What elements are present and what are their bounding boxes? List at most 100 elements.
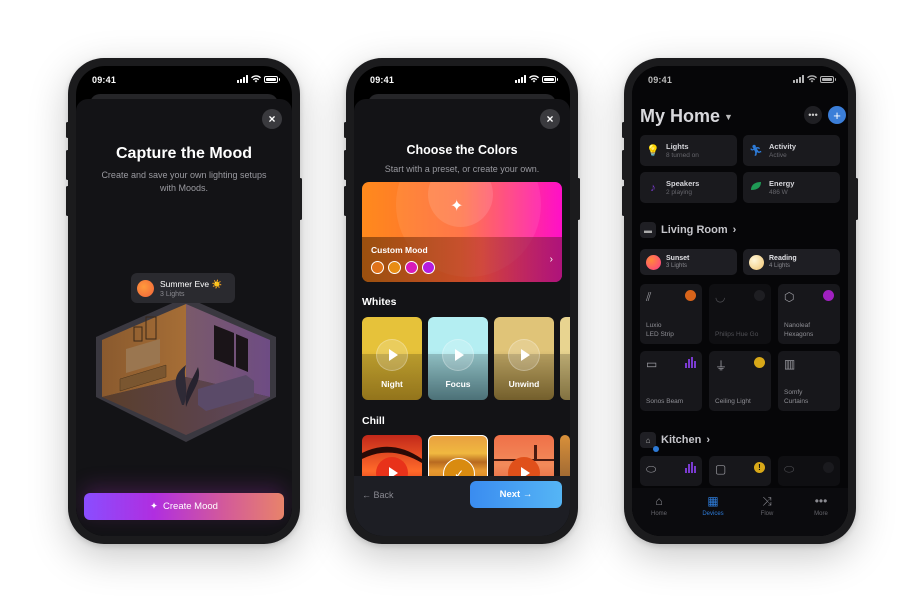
room-title: Kitchen xyxy=(661,434,702,446)
summary-card-activity[interactable]: 🏃︎ Activity Active xyxy=(743,135,840,166)
summary-sub: 8 turned on xyxy=(666,152,699,159)
tab-more[interactable]: ••• More xyxy=(801,494,841,536)
lamp-icon: ◡ xyxy=(715,290,726,304)
status-dot xyxy=(823,462,834,473)
page-subtitle: Create and save your own lighting setups… xyxy=(101,170,267,193)
leaf-icon xyxy=(749,181,763,194)
chevron-right-icon: › xyxy=(732,224,737,236)
device-tile[interactable]: ⬭ xyxy=(778,456,840,486)
ceiling-light-icon: ⏚ xyxy=(715,359,728,373)
custom-mood-card[interactable]: ✦ Custom Mood › xyxy=(362,182,562,282)
phone-choose-colors: 09:41 × Choose the Colors Start with a p… xyxy=(344,58,580,544)
mood-name: Summer Eve ☀️ xyxy=(160,278,223,289)
hexagons-icon: ⬡ xyxy=(784,290,795,304)
more-options-button[interactable]: ••• xyxy=(804,106,822,124)
create-mood-button[interactable]: ✦ Create Mood xyxy=(84,493,284,520)
warning-icon: ! xyxy=(754,462,765,473)
choose-colors-sheet: × Choose the Colors Start with a preset,… xyxy=(354,99,570,536)
status-bar: 09:41 xyxy=(76,66,292,94)
color-swatch[interactable] xyxy=(405,261,418,274)
wifi-icon xyxy=(529,75,539,83)
caret-down-icon: ▼ xyxy=(724,111,733,122)
status-bar: 09:41 xyxy=(354,66,570,94)
device-tile[interactable]: ⫽ Luxio LED Strip xyxy=(640,284,702,344)
device-tile[interactable]: ▥ Somfy Curtains xyxy=(778,351,840,411)
create-mood-label: Create Mood xyxy=(163,501,218,512)
side-button xyxy=(299,178,302,220)
side-button xyxy=(577,178,580,220)
battery-icon xyxy=(542,75,558,83)
summary-card-energy[interactable]: Energy 486 W xyxy=(743,172,840,203)
summary-name: Lights xyxy=(666,142,689,151)
custom-mood-label: Custom Mood xyxy=(371,245,428,255)
next-button[interactable]: Next → xyxy=(470,481,562,508)
device-name: Somfy Curtains xyxy=(784,389,809,405)
scene-reading[interactable]: Reading 4 Lights xyxy=(743,249,840,275)
screen: 09:41 × Capture the Mood Create and save… xyxy=(76,66,292,536)
summary-name: Activity xyxy=(769,142,797,151)
scene-color-dot xyxy=(646,254,661,270)
side-button xyxy=(622,150,625,180)
color-swatch[interactable] xyxy=(388,261,401,274)
scene-sub: 3 Lights xyxy=(666,263,688,269)
preset-tile-night[interactable]: Night xyxy=(362,317,422,400)
room-title: Living Room xyxy=(661,224,728,236)
tab-devices[interactable]: ▦ Devices xyxy=(693,494,733,536)
device-name: Ceiling Light xyxy=(715,398,751,405)
back-button[interactable]: ← Back xyxy=(362,490,394,500)
battery-icon xyxy=(264,75,280,83)
summary-name: Energy xyxy=(769,179,795,188)
summary-card-lights[interactable]: 💡 Lights 8 turned on xyxy=(640,135,737,166)
tab-label: More xyxy=(814,511,828,517)
side-button xyxy=(855,178,858,220)
preset-tile-unwind[interactable]: Unwind xyxy=(494,317,554,400)
ceiling-lamp-icon: ⬭ xyxy=(784,462,795,476)
signal-icon xyxy=(515,75,526,83)
home-selector[interactable]: My Home ▼ xyxy=(640,106,733,127)
play-icon xyxy=(376,339,408,371)
page-title: Capture the Mood xyxy=(116,145,252,162)
scene-name: Reading xyxy=(769,255,797,262)
sparkle-icon: ✦ xyxy=(450,198,464,215)
color-swatch[interactable] xyxy=(371,261,384,274)
device-tile[interactable]: ⬡ Nanoleaf Hexagons xyxy=(778,284,840,344)
play-icon xyxy=(442,339,474,371)
device-tile[interactable]: ▭ Sonos Beam xyxy=(640,351,702,411)
add-button[interactable]: + xyxy=(828,106,846,124)
play-icon xyxy=(508,339,540,371)
status-dot xyxy=(754,290,765,301)
side-button xyxy=(66,122,69,138)
status-time: 09:41 xyxy=(648,75,673,85)
device-tile[interactable]: ▢ ! xyxy=(709,456,771,486)
mood-badge: Summer Eve ☀️ 3 Lights xyxy=(131,273,235,303)
preset-tile-focus[interactable]: Focus xyxy=(428,317,488,400)
tab-bar: ⌂ Home ▦ Devices ⤨ Flow ••• More xyxy=(632,488,848,536)
phone-capture-mood: 09:41 × Capture the Mood Create and save… xyxy=(66,58,302,544)
curtains-icon: ▥ xyxy=(784,357,796,371)
section-chill: Chill xyxy=(362,415,385,427)
tab-label: Flow xyxy=(760,511,774,517)
close-button[interactable]: × xyxy=(540,109,560,129)
device-tile[interactable]: ⏚ Ceiling Light xyxy=(709,351,771,411)
mood-light-count: 3 Lights xyxy=(160,290,185,298)
device-tile[interactable]: ⬭ xyxy=(640,456,702,486)
scene-sunset[interactable]: Sunset 3 Lights xyxy=(640,249,737,275)
phone-my-home: 09:41 My Home ▼ ••• + 💡 Lights 8 turned o… xyxy=(622,58,858,544)
scene-row: Sunset 3 Lights Reading 4 Lights xyxy=(640,249,840,275)
device-grid-kitchen: ⬭ ▢ ! ⬭ xyxy=(640,456,840,486)
preset-tile-partial[interactable] xyxy=(560,317,570,400)
color-swatch[interactable] xyxy=(422,261,435,274)
tab-home[interactable]: ⌂ Home xyxy=(639,494,679,536)
summary-card-speakers[interactable]: ♪ Speakers 2 playing xyxy=(640,172,737,203)
summary-sub: 486 W xyxy=(769,189,788,196)
summary-sub: Active xyxy=(769,152,787,159)
signal-icon xyxy=(793,75,804,83)
close-button[interactable]: × xyxy=(262,109,282,129)
soundbar-icon: ▭ xyxy=(646,357,658,371)
room-header-living-room[interactable]: ▬ Living Room › xyxy=(640,222,736,238)
tab-flow[interactable]: ⤨ Flow xyxy=(747,494,787,536)
device-tile[interactable]: ◡ Philips Hue Go xyxy=(709,284,771,344)
led-strip-icon: ⫽ xyxy=(646,290,652,304)
room-header-kitchen[interactable]: ⌂ Kitchen › xyxy=(640,432,710,452)
status-time: 09:41 xyxy=(370,75,395,85)
